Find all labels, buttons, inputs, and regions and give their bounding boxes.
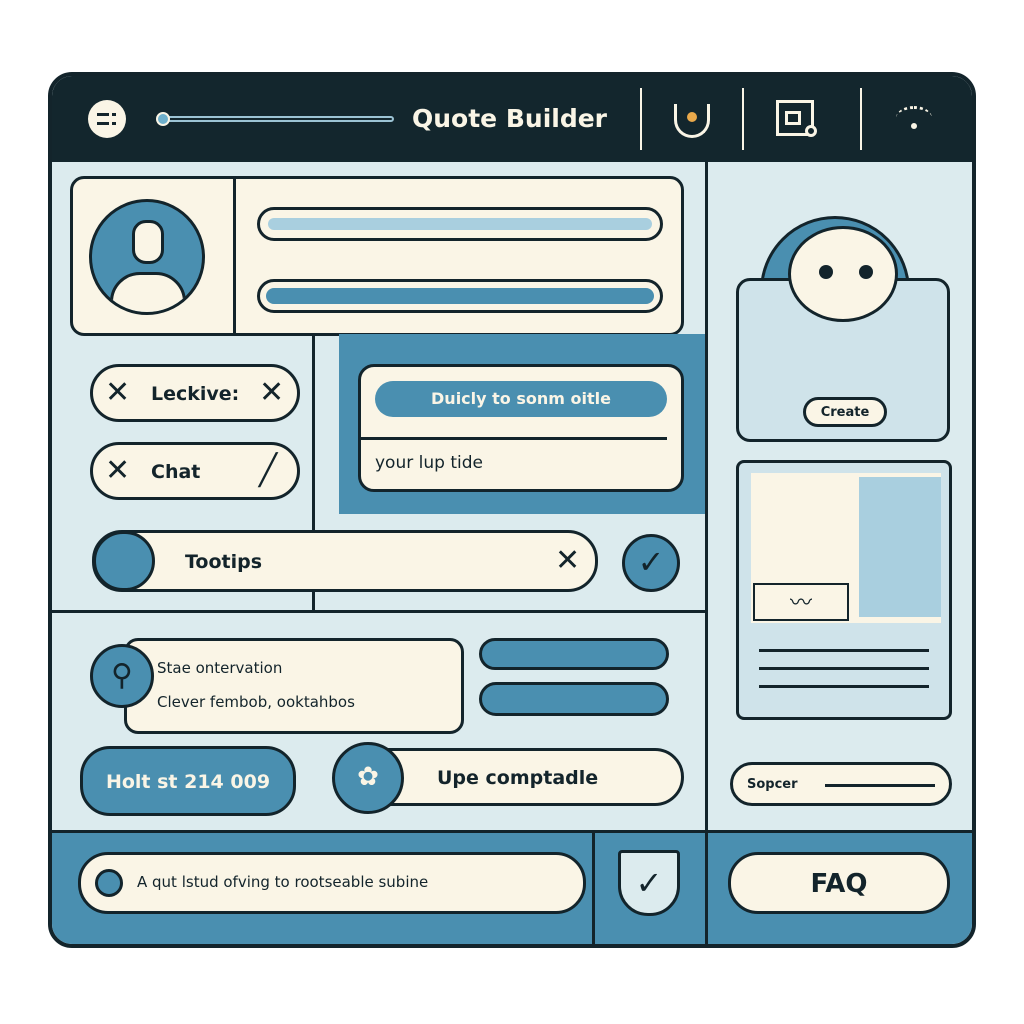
- footer-input[interactable]: A qut lstud ofving to rootseable subine: [78, 852, 586, 914]
- observation-card: Stae ontervation Clever fembob, ooktahbo…: [124, 638, 464, 734]
- search-input[interactable]: Sopcer: [730, 762, 952, 806]
- smiley-icon: [788, 226, 898, 322]
- header-slider[interactable]: [156, 112, 396, 126]
- close-icon[interactable]: ✕: [555, 543, 580, 578]
- chip-leckive[interactable]: ✕ Leckive: ✕: [90, 364, 300, 422]
- menu-icon[interactable]: [88, 100, 126, 138]
- user-icon: [95, 869, 123, 897]
- tooltips-bar[interactable]: Tootips ✕: [92, 530, 598, 592]
- create-button[interactable]: Create: [803, 397, 887, 427]
- key-icon: ⚲: [90, 644, 154, 708]
- badge-icon: ✿: [332, 742, 404, 814]
- title-button[interactable]: Duicly to sonm oitle: [375, 381, 667, 417]
- avatar[interactable]: [89, 199, 205, 315]
- subtitle-bar: [257, 279, 663, 313]
- app-title: Quote Builder: [412, 104, 608, 133]
- chip-chat[interactable]: ✕ Chat ╱: [90, 442, 300, 500]
- progress-bar-2: [479, 682, 669, 716]
- close-icon[interactable]: ✕: [105, 375, 130, 410]
- title-field[interactable]: your lup tide: [375, 453, 483, 473]
- close-icon[interactable]: ✕: [259, 375, 284, 410]
- header-bar: Quote Builder: [52, 76, 972, 162]
- wifi-icon[interactable]: [896, 106, 932, 130]
- name-bar: [257, 207, 663, 241]
- faq-button[interactable]: FAQ: [728, 852, 950, 914]
- tag-icon[interactable]: [674, 104, 710, 138]
- shield-check-icon[interactable]: ✓: [618, 850, 680, 916]
- app-window: Quote Builder ✕ Leckive: ✕ ✕ Chat ╱ Duic…: [48, 72, 976, 948]
- document-card: 〰: [736, 460, 952, 720]
- primary-button[interactable]: Holt st 214 009: [80, 746, 296, 816]
- title-card: Duicly to sonm oitle your lup tide: [358, 364, 684, 492]
- edit-icon[interactable]: ╱: [259, 453, 277, 488]
- profile-card: [70, 176, 684, 336]
- check-icon[interactable]: ✓: [622, 534, 680, 592]
- document-icon[interactable]: [776, 100, 817, 137]
- progress-bar-1: [479, 638, 669, 670]
- close-icon[interactable]: ✕: [105, 453, 130, 488]
- user-icon: [93, 531, 155, 591]
